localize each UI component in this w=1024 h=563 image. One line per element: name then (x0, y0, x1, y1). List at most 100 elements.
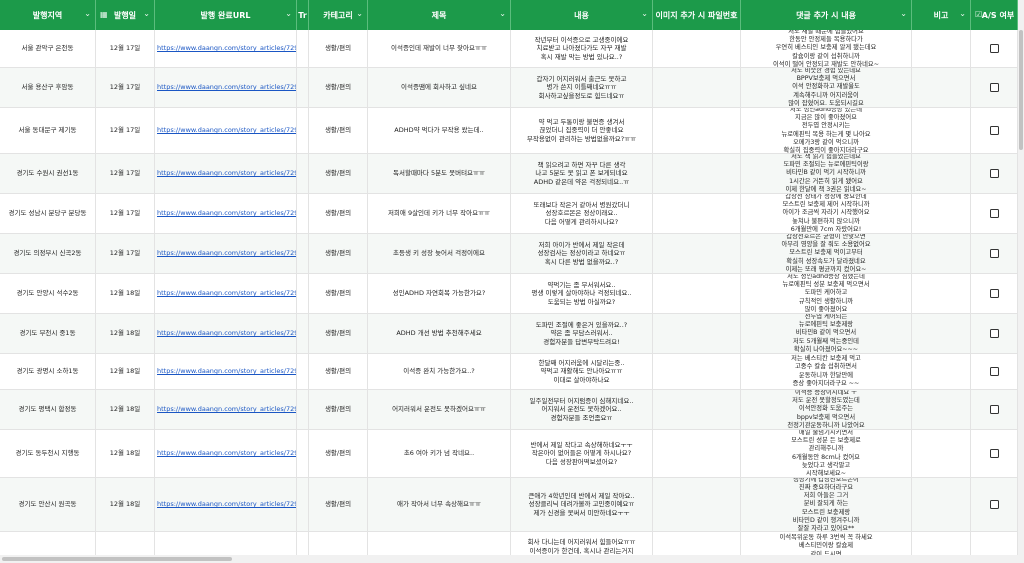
cell-comment[interactable]: 이석복위운동 하루 3번씩 꼭 하세요 베스티민이랑 칼슘제 같이 드시면 (741, 532, 912, 555)
cell-category[interactable]: 생활/편의 (309, 154, 368, 193)
chevron-down-icon[interactable]: ⌄ (285, 9, 292, 18)
cell-category[interactable] (309, 532, 368, 555)
cell-comment[interactable]: 갑상선호르몬 균형이 안맞으면 아무리 영양을 잘 줘도 소용없어요 모스트린 … (741, 234, 912, 273)
cell-as[interactable] (971, 390, 1018, 429)
cell-title[interactable]: ADHD약 먹다가 부작용 왔는데.. (368, 108, 511, 153)
cell-title[interactable]: 초등생 키 성장 늦어서 걱정이에요 (368, 234, 511, 273)
cell-as[interactable] (971, 478, 1018, 531)
as-checkbox[interactable] (989, 169, 999, 178)
cell-image[interactable] (653, 194, 741, 233)
cell-as[interactable] (971, 154, 1018, 193)
cell-title[interactable]: 이석증 완치 가능한가요..? (368, 354, 511, 389)
cell-note[interactable] (912, 430, 971, 477)
chevron-down-icon[interactable]: ⌄ (499, 9, 506, 18)
as-checkbox[interactable] (989, 329, 999, 338)
column-header-title[interactable]: 제목 ⌄ (368, 0, 511, 30)
column-header-note[interactable]: 비고 ⌄ (912, 0, 971, 30)
cell-date[interactable]: 12월 17일 (96, 68, 155, 107)
cell-type[interactable] (297, 234, 309, 273)
as-checkbox[interactable] (989, 367, 999, 376)
cell-category[interactable]: 생활/편의 (309, 314, 368, 353)
cell-region[interactable]: 경기도 수원시 권선1동 (0, 154, 96, 193)
vertical-scrollbar[interactable] (1018, 0, 1024, 563)
cell-as[interactable] (971, 68, 1018, 107)
chevron-down-icon[interactable]: ⌄ (959, 9, 966, 18)
cell-as[interactable] (971, 30, 1018, 67)
cell-date[interactable] (96, 532, 155, 555)
cell-comment[interactable]: 이석증 증상이시네요 ㅜ 저도 운전 못할정도였는데 이석안정화 도움주는 bp… (741, 390, 912, 429)
cell-type[interactable] (297, 274, 309, 313)
cell-url[interactable]: https://www.daangn.com/story_articles/72… (155, 354, 297, 389)
cell-type[interactable] (297, 390, 309, 429)
cell-comment[interactable]: 매일 줄넘기시키면서 모스트린 성분 든 보충제로 관리해주니까 6개월동안 8… (741, 430, 912, 477)
column-header-region[interactable]: 발행지역 ⌄ (0, 0, 96, 30)
cell-date[interactable]: 12월 17일 (96, 194, 155, 233)
cell-image[interactable] (653, 234, 741, 273)
chevron-down-icon[interactable]: ⌄ (143, 9, 150, 18)
cell-type[interactable] (297, 430, 309, 477)
cell-note[interactable] (912, 478, 971, 531)
cell-comment[interactable]: 저도 성인adhd증상 심했는데 뉴로에핀틱 성분 보충제 먹으면서 도파민 케… (741, 274, 912, 313)
cell-note[interactable] (912, 274, 971, 313)
cell-title[interactable]: 저희애 9살인데 키가 너무 작아요ㅠㅠ (368, 194, 511, 233)
cell-content[interactable]: 약먹기는 좀 무서워서요.. 평생 이렇게 살아야하나 걱정되네요.. 도움되는… (511, 274, 653, 313)
cell-region[interactable]: 경기도 부천시 중1동 (0, 314, 96, 353)
cell-comment[interactable]: 저도 책 읽기 힘들었는데요 도파민 조절되는 뉴로에핀틱이랑 비타민B 같이 … (741, 154, 912, 193)
cell-content[interactable]: 약 먹고 두통이랑 불면증 생겨서 끊었더니 집중력이 더 안좋네요 부작용없이… (511, 108, 653, 153)
scrollbar-thumb[interactable] (1019, 30, 1023, 150)
cell-image[interactable] (653, 314, 741, 353)
cell-date[interactable]: 12월 18일 (96, 354, 155, 389)
cell-type[interactable] (297, 532, 309, 555)
cell-title[interactable]: 성인ADHD 자연회복 가능한가요? (368, 274, 511, 313)
cell-url[interactable]: https://www.daangn.com/story_articles/72… (155, 390, 297, 429)
cell-image[interactable] (653, 478, 741, 531)
cell-region[interactable]: 경기도 안산시 원곡동 (0, 478, 96, 531)
cell-as[interactable] (971, 274, 1018, 313)
cell-date[interactable]: 12월 17일 (96, 30, 155, 67)
cell-url[interactable]: https://www.daangn.com/story_articles/72… (155, 430, 297, 477)
column-header-comment[interactable]: 댓글 추가 시 내용 ⌄ (741, 0, 912, 30)
cell-category[interactable]: 생활/편의 (309, 354, 368, 389)
cell-content[interactable]: 저희 아이가 반에서 제일 작은데 성장검사는 정상이라고 하네요ㅠ 혹시 다른… (511, 234, 653, 273)
cell-type[interactable] (297, 154, 309, 193)
scrollbar-thumb[interactable] (2, 557, 232, 561)
cell-content[interactable]: 회사 다니는데 어지러워서 힘들어요ㅠㅠ 이석증이가 한건데, 혹시나 관리는거… (511, 532, 653, 555)
cell-comment[interactable]: 저는 베스티칸 보충제 먹고 고중수 칼슘 섭취하면서 운동하니까 한달만에 증… (741, 354, 912, 389)
cell-type[interactable] (297, 68, 309, 107)
cell-category[interactable]: 생활/편의 (309, 390, 368, 429)
column-header-image[interactable]: 이미지 추가 시 파일번호 ⌄ (653, 0, 741, 30)
cell-comment[interactable]: 전두엽 케어되는 뉴로에핀틱 보충제랑 비타민B 같이 먹으면서 저도 5개월째… (741, 314, 912, 353)
as-checkbox[interactable] (989, 209, 999, 218)
cell-type[interactable] (297, 108, 309, 153)
cell-date[interactable]: 12월 18일 (96, 430, 155, 477)
as-checkbox[interactable] (989, 44, 999, 53)
chevron-down-icon[interactable]: ⌄ (641, 9, 648, 18)
as-checkbox[interactable] (989, 500, 999, 509)
cell-image[interactable] (653, 354, 741, 389)
cell-image[interactable] (653, 108, 741, 153)
cell-note[interactable] (912, 68, 971, 107)
column-header-category[interactable]: 카테고리 ⌄ (309, 0, 368, 30)
cell-region[interactable]: 경기도 안양시 석수2동 (0, 274, 96, 313)
cell-content[interactable]: 갑자기 어지러워서 출근도 못하고 병가 쓴지 이틀째네요ㅠㅠ 회사하고싶을정도… (511, 68, 653, 107)
cell-url[interactable]: https://www.daangn.com/story_articles/72… (155, 234, 297, 273)
cell-note[interactable] (912, 314, 971, 353)
cell-type[interactable] (297, 354, 309, 389)
cell-date[interactable]: 12월 17일 (96, 234, 155, 273)
cell-note[interactable] (912, 354, 971, 389)
as-checkbox[interactable] (989, 249, 999, 258)
cell-title[interactable]: 초6 여아 키가 넘 작네요.. (368, 430, 511, 477)
cell-url[interactable]: https://www.daangn.com/story_articles/72… (155, 194, 297, 233)
cell-url[interactable]: https://www.daangn.com/story_articles/72… (155, 108, 297, 153)
chevron-down-icon[interactable]: ⌄ (900, 9, 907, 18)
cell-comment[interactable]: 저도 성인adhd증상 있는데 지금은 많이 좋아졌어요 전두엽 안정시키는 뉴… (741, 108, 912, 153)
cell-type[interactable] (297, 478, 309, 531)
cell-category[interactable]: 생활/편의 (309, 478, 368, 531)
cell-region[interactable]: 경기도 광명시 소하1동 (0, 354, 96, 389)
cell-note[interactable] (912, 194, 971, 233)
cell-region[interactable]: 서울 관악구 은천동 (0, 30, 96, 67)
chevron-down-icon[interactable]: ⌄ (84, 9, 91, 18)
as-checkbox[interactable] (989, 405, 999, 414)
cell-title[interactable]: 이석증땜에 회사하고 싶네요 (368, 68, 511, 107)
cell-content[interactable]: 한달째 어지러움에 시달리는중.. 약먹고 재활해도 안나아요ㅠㅠ 이대로 살아… (511, 354, 653, 389)
